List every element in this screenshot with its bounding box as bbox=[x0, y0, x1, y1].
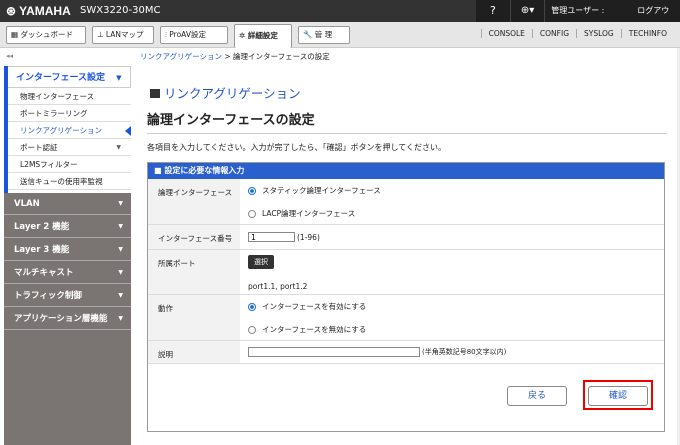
techinfo-link[interactable]: TECHINFO bbox=[620, 29, 674, 38]
divider bbox=[147, 133, 667, 134]
radio-unchecked bbox=[248, 325, 256, 334]
yamaha-logo: ⊛ YAMAHA bbox=[6, 4, 71, 18]
chevron-down-icon: ▼ bbox=[116, 74, 122, 82]
header-bar: ⊛ YAMAHA SWX3220-30MC ? ⊕▾ 管理ユーザー : admi… bbox=[0, 0, 680, 37]
sidebar-group-application[interactable]: アプリケーション層機能 ▼ bbox=[4, 308, 131, 330]
page-title: 論理インターフェースの設定 bbox=[147, 113, 315, 128]
enable-radio[interactable]: インターフェースを有効にする bbox=[248, 295, 664, 318]
action-label: 動作 bbox=[148, 295, 240, 340]
language-globe-icon[interactable]: ⊕▾ bbox=[509, 0, 544, 22]
instruction-text: 各項目を入力してください。入力が完了したら、「確認」ボタンを押してください。 bbox=[147, 143, 447, 152]
interface-number-input[interactable] bbox=[248, 232, 295, 242]
member-ports-value: port1.1, port1.2 bbox=[248, 282, 308, 291]
interface-number-label: インターフェース番号 bbox=[148, 225, 240, 249]
member-ports-label: 所属ポート bbox=[148, 250, 240, 294]
chevron-down-icon: ▼ bbox=[118, 223, 123, 230]
description-input[interactable] bbox=[248, 347, 420, 357]
select-ports-button[interactable]: 選択 bbox=[248, 255, 274, 269]
tab-management[interactable]: 🔧 管 理 bbox=[298, 26, 350, 44]
breadcrumb: リンクアグリゲーション > 論理インターフェースの設定 bbox=[140, 52, 330, 61]
chevron-down-icon: ▼ bbox=[118, 269, 123, 276]
sidebar-item-queue-usage[interactable]: 送信キューの使用率監視 bbox=[8, 173, 131, 190]
sidebar-group-multicast[interactable]: マルチキャスト ▼ bbox=[4, 262, 131, 284]
syslog-link[interactable]: SYSLOG bbox=[576, 29, 621, 38]
tab-dashboard[interactable]: ▦ ダッシュボード bbox=[6, 26, 86, 44]
chevron-down-icon: ▼ bbox=[118, 292, 123, 299]
user-label: 管理ユーザー : admin bbox=[544, 0, 631, 37]
sidebar-group-layer2[interactable]: Layer 2 機能 ▼ bbox=[4, 216, 131, 238]
form-header: ■ 設定に必要な情報入力 bbox=[148, 163, 664, 179]
lacp-radio[interactable]: LACP論理インターフェース bbox=[248, 202, 664, 225]
sidebar-group-layer3[interactable]: Layer 3 機能 ▼ bbox=[4, 239, 131, 261]
current-pointer-icon bbox=[125, 126, 131, 136]
chevron-down-icon: ▼ bbox=[118, 315, 123, 322]
sidebar: インターフェース設定 ▼ 物理インターフェース ポートミラーリング リンクアグリ… bbox=[4, 66, 131, 445]
chevron-down-icon: ▼ bbox=[116, 144, 121, 151]
main-tabs: ▦ ダッシュボード ⊥ LANマップ ⫶ ProAV設定 ✲ 詳細設定 🔧 管 … bbox=[0, 22, 680, 48]
sidebar-item-link-aggregation[interactable]: リンクアグリゲーション bbox=[8, 122, 131, 139]
config-link[interactable]: CONFIG bbox=[531, 29, 576, 38]
tab-advanced-settings[interactable]: ✲ 詳細設定 bbox=[234, 24, 292, 48]
wrench-icon: 🔧 bbox=[303, 30, 315, 39]
logical-interface-label: 論理インターフェース bbox=[148, 179, 240, 224]
console-link[interactable]: CONSOLE bbox=[480, 29, 532, 38]
radio-checked bbox=[248, 302, 256, 311]
sidebar-item-mirroring[interactable]: ポートミラーリング bbox=[8, 105, 131, 122]
disable-radio[interactable]: インターフェースを無効にする bbox=[248, 318, 664, 341]
back-button[interactable]: 戻る bbox=[507, 386, 567, 406]
tab-proav[interactable]: ⫶ ProAV設定 bbox=[160, 26, 228, 44]
tab-lan-map[interactable]: ⊥ LANマップ bbox=[92, 26, 154, 44]
sidebar-item-l2ms-filter[interactable]: L2MSフィルター bbox=[8, 156, 131, 173]
radio-unchecked bbox=[248, 209, 256, 218]
page-section-title: リンクアグリゲーション bbox=[150, 83, 301, 102]
chevron-down-icon: ▼ bbox=[118, 246, 123, 253]
sidebar-item-port-auth[interactable]: ポート認証 ▼ bbox=[8, 139, 131, 156]
lan-map-icon: ⊥ bbox=[97, 30, 106, 39]
description-label: 説明 bbox=[148, 341, 240, 363]
breadcrumb-link[interactable]: リンクアグリゲーション bbox=[140, 52, 222, 61]
confirm-button[interactable]: 確認 bbox=[588, 386, 648, 406]
logout-link[interactable]: ログアウト bbox=[631, 0, 680, 37]
sidebar-item-physical[interactable]: 物理インターフェース bbox=[8, 88, 131, 105]
radio-checked bbox=[248, 186, 256, 195]
sidebar-group-traffic[interactable]: トラフィック制御 ▼ bbox=[4, 285, 131, 307]
section-icon bbox=[150, 89, 160, 98]
static-radio[interactable]: スタティック論理インターフェース bbox=[248, 179, 664, 202]
model-name: SWX3220-30MC bbox=[80, 5, 161, 16]
collapse-sidebar-button[interactable]: ◂◂ bbox=[6, 52, 13, 60]
sidebar-group-vlan[interactable]: VLAN ▼ bbox=[4, 193, 131, 215]
chevron-down-icon: ▼ bbox=[118, 200, 123, 207]
sidebar-section-interface[interactable]: インターフェース設定 ▼ bbox=[8, 66, 131, 88]
gear-icon: ✲ bbox=[239, 31, 248, 40]
help-button[interactable]: ? bbox=[476, 0, 510, 22]
